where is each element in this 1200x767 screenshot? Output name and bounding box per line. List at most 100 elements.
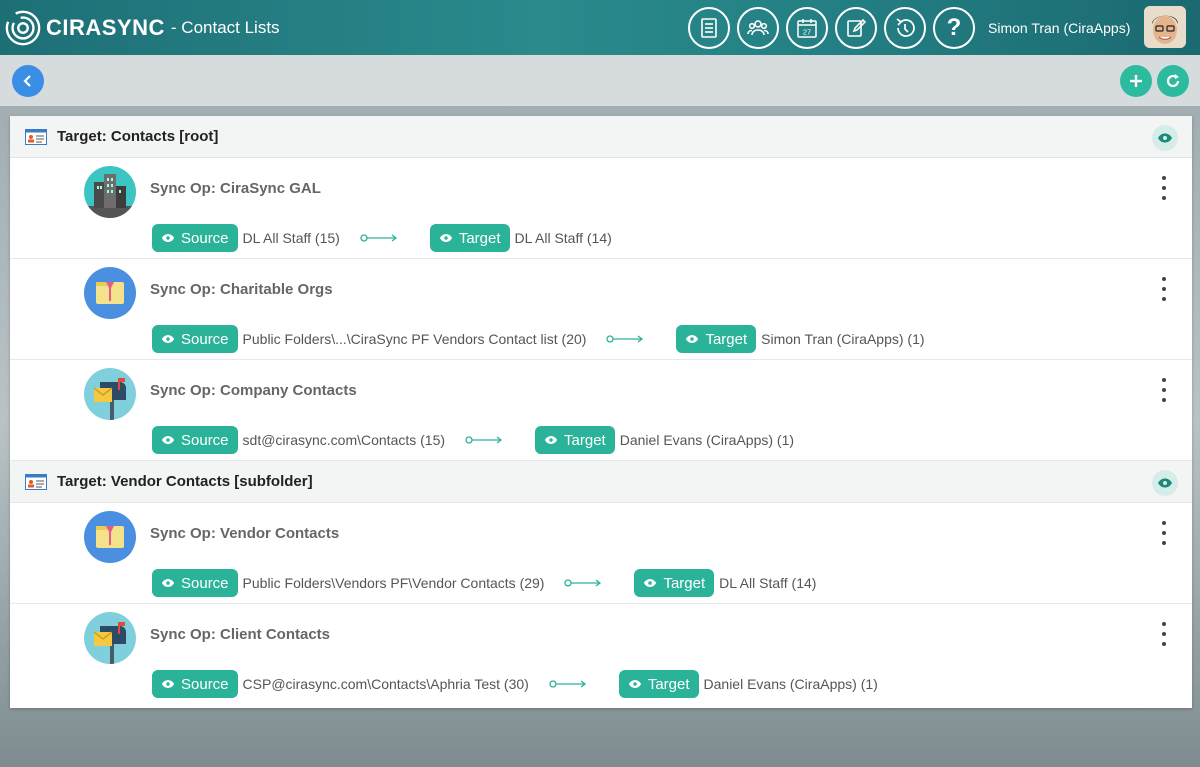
sync-flow: Source sdt@cirasync.com\Contacts (15) Ta… bbox=[152, 426, 794, 454]
add-button[interactable] bbox=[1120, 65, 1152, 97]
eye-icon bbox=[161, 436, 175, 444]
avatar[interactable] bbox=[1144, 6, 1186, 48]
eye-icon bbox=[544, 436, 558, 444]
sync-op-row[interactable]: Sync Op: Company Contacts Source sdt@cir… bbox=[10, 360, 1192, 461]
target-button[interactable]: Target bbox=[535, 426, 615, 454]
app-header: CIRASYNC - Contact Lists 27 ? Simon Tran… bbox=[0, 0, 1200, 55]
more-options-button[interactable] bbox=[1158, 176, 1170, 200]
more-options-button[interactable] bbox=[1158, 622, 1170, 646]
header-nav: 27 ? bbox=[688, 7, 982, 49]
target-label: Target bbox=[705, 330, 748, 348]
source-path: Public Folders\Vendors PF\Vendor Contact… bbox=[242, 575, 545, 591]
user-name[interactable]: Simon Tran (CiraApps) bbox=[988, 20, 1130, 36]
eye-icon bbox=[161, 234, 175, 242]
sync-op-row[interactable]: Sync Op: Client Contacts Source CSP@cira… bbox=[10, 604, 1192, 705]
help-icon[interactable]: ? bbox=[933, 7, 975, 49]
source-path: Public Folders\...\CiraSync PF Vendors C… bbox=[242, 331, 587, 347]
sync-flow: Source Public Folders\Vendors PF\Vendor … bbox=[152, 569, 816, 597]
eye-icon bbox=[161, 335, 175, 343]
help-glyph: ? bbox=[946, 14, 962, 41]
page-title: - Contact Lists bbox=[170, 17, 280, 37]
source-path: CSP@cirasync.com\Contacts\Aphria Test (3… bbox=[242, 676, 529, 692]
target-button[interactable]: Target bbox=[634, 569, 715, 597]
target-button[interactable]: Target bbox=[618, 670, 699, 698]
sync-op-title: Sync Op: Vendor Contacts bbox=[150, 525, 340, 542]
source-button[interactable]: Source bbox=[152, 325, 238, 353]
mailbox-icon bbox=[84, 612, 136, 664]
target-path: Daniel Evans (CiraApps) (1) bbox=[703, 676, 878, 692]
view-group-button[interactable] bbox=[1152, 125, 1178, 151]
target-path: DL All Staff (14) bbox=[514, 230, 612, 246]
source-button[interactable]: Source bbox=[152, 224, 238, 252]
target-label: Target bbox=[564, 431, 606, 449]
more-options-button[interactable] bbox=[1158, 277, 1170, 301]
refresh-button[interactable] bbox=[1157, 65, 1189, 97]
sync-op-title: Sync Op: CiraSync GAL bbox=[150, 180, 321, 197]
refresh-icon bbox=[1166, 74, 1180, 88]
arrow-right-icon bbox=[549, 680, 586, 688]
eye-icon bbox=[1158, 478, 1172, 488]
target-label: Target bbox=[647, 675, 690, 693]
target-label: Target bbox=[663, 574, 706, 592]
target-button[interactable]: Target bbox=[429, 224, 510, 252]
mailbox-icon bbox=[84, 368, 136, 420]
source-button[interactable]: Source bbox=[152, 569, 238, 597]
sync-flow: Source DL All Staff (15) Target DL All S… bbox=[152, 224, 612, 252]
source-label: Source bbox=[181, 229, 229, 247]
sync-op-title: Sync Op: Company Contacts bbox=[150, 382, 357, 399]
group-header: Target: Vendor Contacts [subfolder] bbox=[10, 461, 1192, 503]
sync-op-title: Sync Op: Client Contacts bbox=[150, 626, 331, 643]
target-path: Simon Tran (CiraApps) (1) bbox=[761, 331, 925, 347]
target-button[interactable]: Target bbox=[676, 325, 757, 353]
source-label: Source bbox=[181, 574, 229, 592]
eye-icon bbox=[161, 680, 175, 688]
more-options-button[interactable] bbox=[1158, 378, 1170, 402]
group-title: Target: Contacts [root] bbox=[57, 128, 219, 145]
sync-op-title: Sync Op: Charitable Orgs bbox=[150, 281, 333, 298]
document-list-icon[interactable] bbox=[688, 7, 730, 49]
sync-flow: Source CSP@cirasync.com\Contacts\Aphria … bbox=[152, 670, 878, 698]
edit-icon[interactable] bbox=[835, 7, 877, 49]
source-path: DL All Staff (15) bbox=[242, 230, 340, 246]
calendar-icon[interactable]: 27 bbox=[786, 7, 828, 49]
source-label: Source bbox=[181, 330, 229, 348]
group-title: Target: Vendor Contacts [subfolder] bbox=[57, 473, 313, 490]
arrow-right-icon bbox=[465, 436, 503, 444]
eye-icon bbox=[1158, 133, 1172, 143]
view-group-button[interactable] bbox=[1152, 470, 1178, 496]
logo: CIRASYNC - Contact Lists bbox=[4, 0, 280, 55]
folder-icon bbox=[84, 267, 136, 319]
sync-op-row[interactable]: Sync Op: Charitable Orgs Source Public F… bbox=[10, 259, 1192, 360]
back-button[interactable] bbox=[12, 65, 44, 97]
group-header: Target: Contacts [root] bbox=[10, 116, 1192, 158]
target-label: Target bbox=[458, 229, 501, 247]
source-button[interactable]: Source bbox=[152, 670, 238, 698]
sync-op-row[interactable]: Sync Op: Vendor Contacts Source Public F… bbox=[10, 503, 1192, 604]
chevron-left-icon bbox=[23, 75, 31, 87]
source-path: sdt@cirasync.com\Contacts (15) bbox=[242, 432, 446, 448]
target-path: Daniel Evans (CiraApps) (1) bbox=[619, 432, 795, 448]
toolbar bbox=[0, 55, 1200, 106]
contact-lists-panel: Target: Contacts [root] Sync Op: CiraSyn… bbox=[10, 116, 1192, 708]
arrow-right-icon bbox=[360, 234, 397, 242]
source-label: Source bbox=[181, 431, 229, 449]
arrow-right-icon bbox=[606, 335, 644, 343]
users-icon[interactable] bbox=[737, 7, 779, 49]
arrow-right-icon bbox=[564, 579, 602, 587]
eye-icon bbox=[644, 579, 657, 587]
source-label: Source bbox=[181, 675, 229, 693]
plus-icon bbox=[1130, 75, 1142, 87]
more-options-button[interactable] bbox=[1158, 521, 1170, 545]
source-button[interactable]: Source bbox=[152, 426, 238, 454]
calendar-day: 27 bbox=[803, 28, 811, 37]
contact-card-icon bbox=[25, 473, 47, 490]
eye-icon bbox=[686, 335, 699, 343]
history-icon[interactable] bbox=[884, 7, 926, 49]
buildings-icon bbox=[84, 166, 136, 218]
contact-card-icon bbox=[25, 128, 47, 145]
brand-name: CIRASYNC bbox=[46, 14, 165, 40]
sync-op-row[interactable]: Sync Op: CiraSync GAL Source DL All Staf… bbox=[10, 158, 1192, 259]
sync-flow: Source Public Folders\...\CiraSync PF Ve… bbox=[152, 325, 925, 353]
target-path: DL All Staff (14) bbox=[719, 575, 817, 591]
eye-icon bbox=[161, 579, 175, 587]
